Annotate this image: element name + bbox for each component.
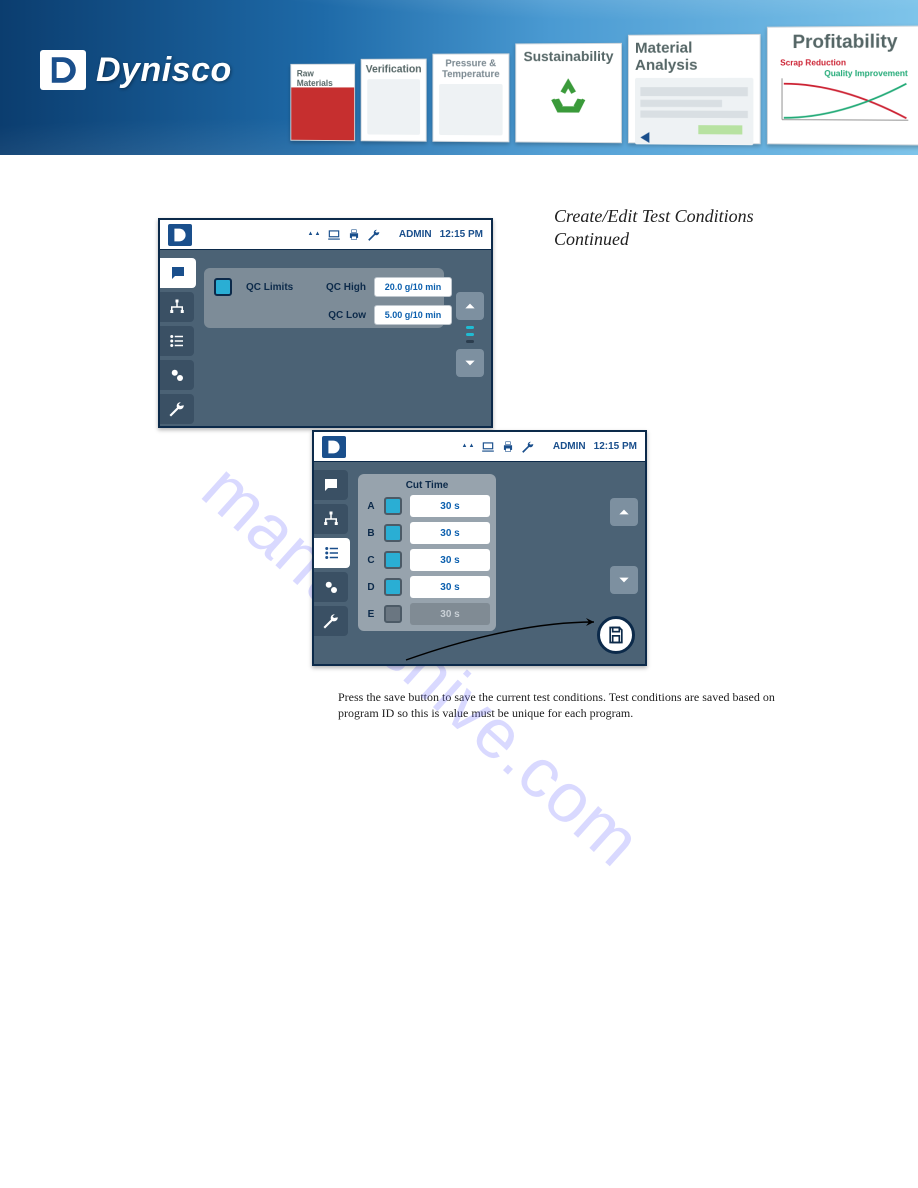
cut-row-b: B 30 s [364,522,490,544]
cut-row-value[interactable]: 30 s [410,495,490,517]
scroll-up-button[interactable] [456,292,484,320]
section-title-line2: Continued [554,229,629,249]
laptop-icon [481,440,495,454]
tab-network[interactable] [314,504,348,534]
tab-list[interactable] [314,538,350,568]
card-profitability: Profitability Scrap Reduction Quality Im… [767,26,918,146]
scroll-controls [455,292,485,377]
qc-limits-checkbox[interactable] [214,278,232,296]
scroll-down-button[interactable] [610,566,638,594]
qc-low-value[interactable]: 5.00 g/10 min [374,305,452,325]
card-label: Raw Materials [297,69,349,88]
card-label: Pressure & Temperature [439,58,503,80]
cut-row-a: A 30 s [364,495,490,517]
scroll-up-button[interactable] [610,498,638,526]
brand-name: Dynisco [96,51,232,90]
tab-tools[interactable] [160,394,194,424]
section-title-line1: Create/Edit Test Conditions [554,206,754,226]
cut-row-label: D [364,582,378,593]
cut-row-value[interactable]: 30 s [410,576,490,598]
card-label: Verification [366,64,422,76]
profit-sub2: Quality Improvement [824,69,908,79]
tab-list[interactable] [160,326,194,356]
card-material-analysis: Material Analysis [628,34,761,144]
tab-chat[interactable] [314,470,348,500]
scale-icon [307,228,321,242]
tab-gears[interactable] [160,360,194,390]
banner-card-strip: Raw Materials Verification Pressure & Te… [290,26,918,146]
qc-limits-panel: QC Limits QC High 20.0 g/10 min QC Low 5… [204,268,444,328]
cut-row-label: B [364,528,378,539]
wrench-icon [367,228,381,242]
cut-row-value[interactable]: 30 s [410,549,490,571]
cut-row-label: E [364,609,378,620]
device-screen-qc: ADMIN 12:15 PM QC Limits QC High 20.0 g/… [158,218,493,428]
header-status-icons [307,228,381,242]
recycle-icon [544,72,593,122]
page-banner: Dynisco Raw Materials Verification Press… [0,0,918,155]
card-label: Profitability [792,31,897,53]
side-tabs [314,470,348,636]
card-label: Material Analysis [635,39,753,74]
brand-mark-icon [40,50,86,90]
tab-tools[interactable] [314,606,348,636]
card-sustainability: Sustainability [515,43,622,143]
card-thumb [439,84,503,135]
card-raw-materials: Raw Materials [290,64,355,141]
tab-network[interactable] [160,292,194,322]
side-tabs [160,258,194,424]
header-time: 12:15 PM [440,229,483,240]
cut-row-checkbox[interactable] [384,578,402,596]
callout-arrow [404,602,604,662]
brand-logo: Dynisco [40,50,232,90]
header-user: ADMIN [553,441,586,452]
tab-gears[interactable] [314,572,348,602]
laptop-icon [327,228,341,242]
header-time: 12:15 PM [594,441,637,452]
device-header: ADMIN 12:15 PM [314,432,645,462]
tab-chat[interactable] [160,258,196,288]
section-title: Create/Edit Test Conditions Continued [554,205,754,250]
device-screen-cuttime: ADMIN 12:15 PM Cut Time A 30 s B 30 s C [312,430,647,666]
page-indicator [466,326,474,343]
scroll-down-button[interactable] [456,349,484,377]
cut-row-checkbox[interactable] [384,551,402,569]
scale-icon [461,440,475,454]
cut-row-label: C [364,555,378,566]
device-brand-icon [322,436,346,458]
cut-time-title: Cut Time [364,480,490,491]
cut-row-checkbox[interactable] [384,605,402,623]
qc-limits-label: QC Limits [246,282,308,293]
card-verification: Verification [361,59,427,142]
device-header: ADMIN 12:15 PM [160,220,491,250]
printer-icon [347,228,361,242]
header-user: ADMIN [399,229,432,240]
card-thumb [635,78,753,146]
cut-row-d: D 30 s [364,576,490,598]
wrench-icon [521,440,535,454]
cut-row-label: A [364,501,378,512]
qc-low-label: QC Low [316,310,366,321]
header-status-icons [461,440,535,454]
profit-sub1: Scrap Reduction [780,58,846,68]
cut-row-c: C 30 s [364,549,490,571]
cut-row-checkbox[interactable] [384,524,402,542]
qc-high-value[interactable]: 20.0 g/10 min [374,277,452,297]
device-brand-icon [168,224,192,246]
card-pressure-temperature: Pressure & Temperature [432,53,509,142]
cut-row-checkbox[interactable] [384,497,402,515]
qc-high-label: QC High [316,282,366,293]
cut-row-value[interactable]: 30 s [410,522,490,544]
save-caption: Press the save button to save the curren… [338,690,808,721]
scroll-controls [609,498,639,594]
card-thumb: Scrap Reduction Quality Improvement [774,53,916,126]
card-label: Sustainability [524,48,614,64]
card-thumb [367,79,420,135]
printer-icon [501,440,515,454]
